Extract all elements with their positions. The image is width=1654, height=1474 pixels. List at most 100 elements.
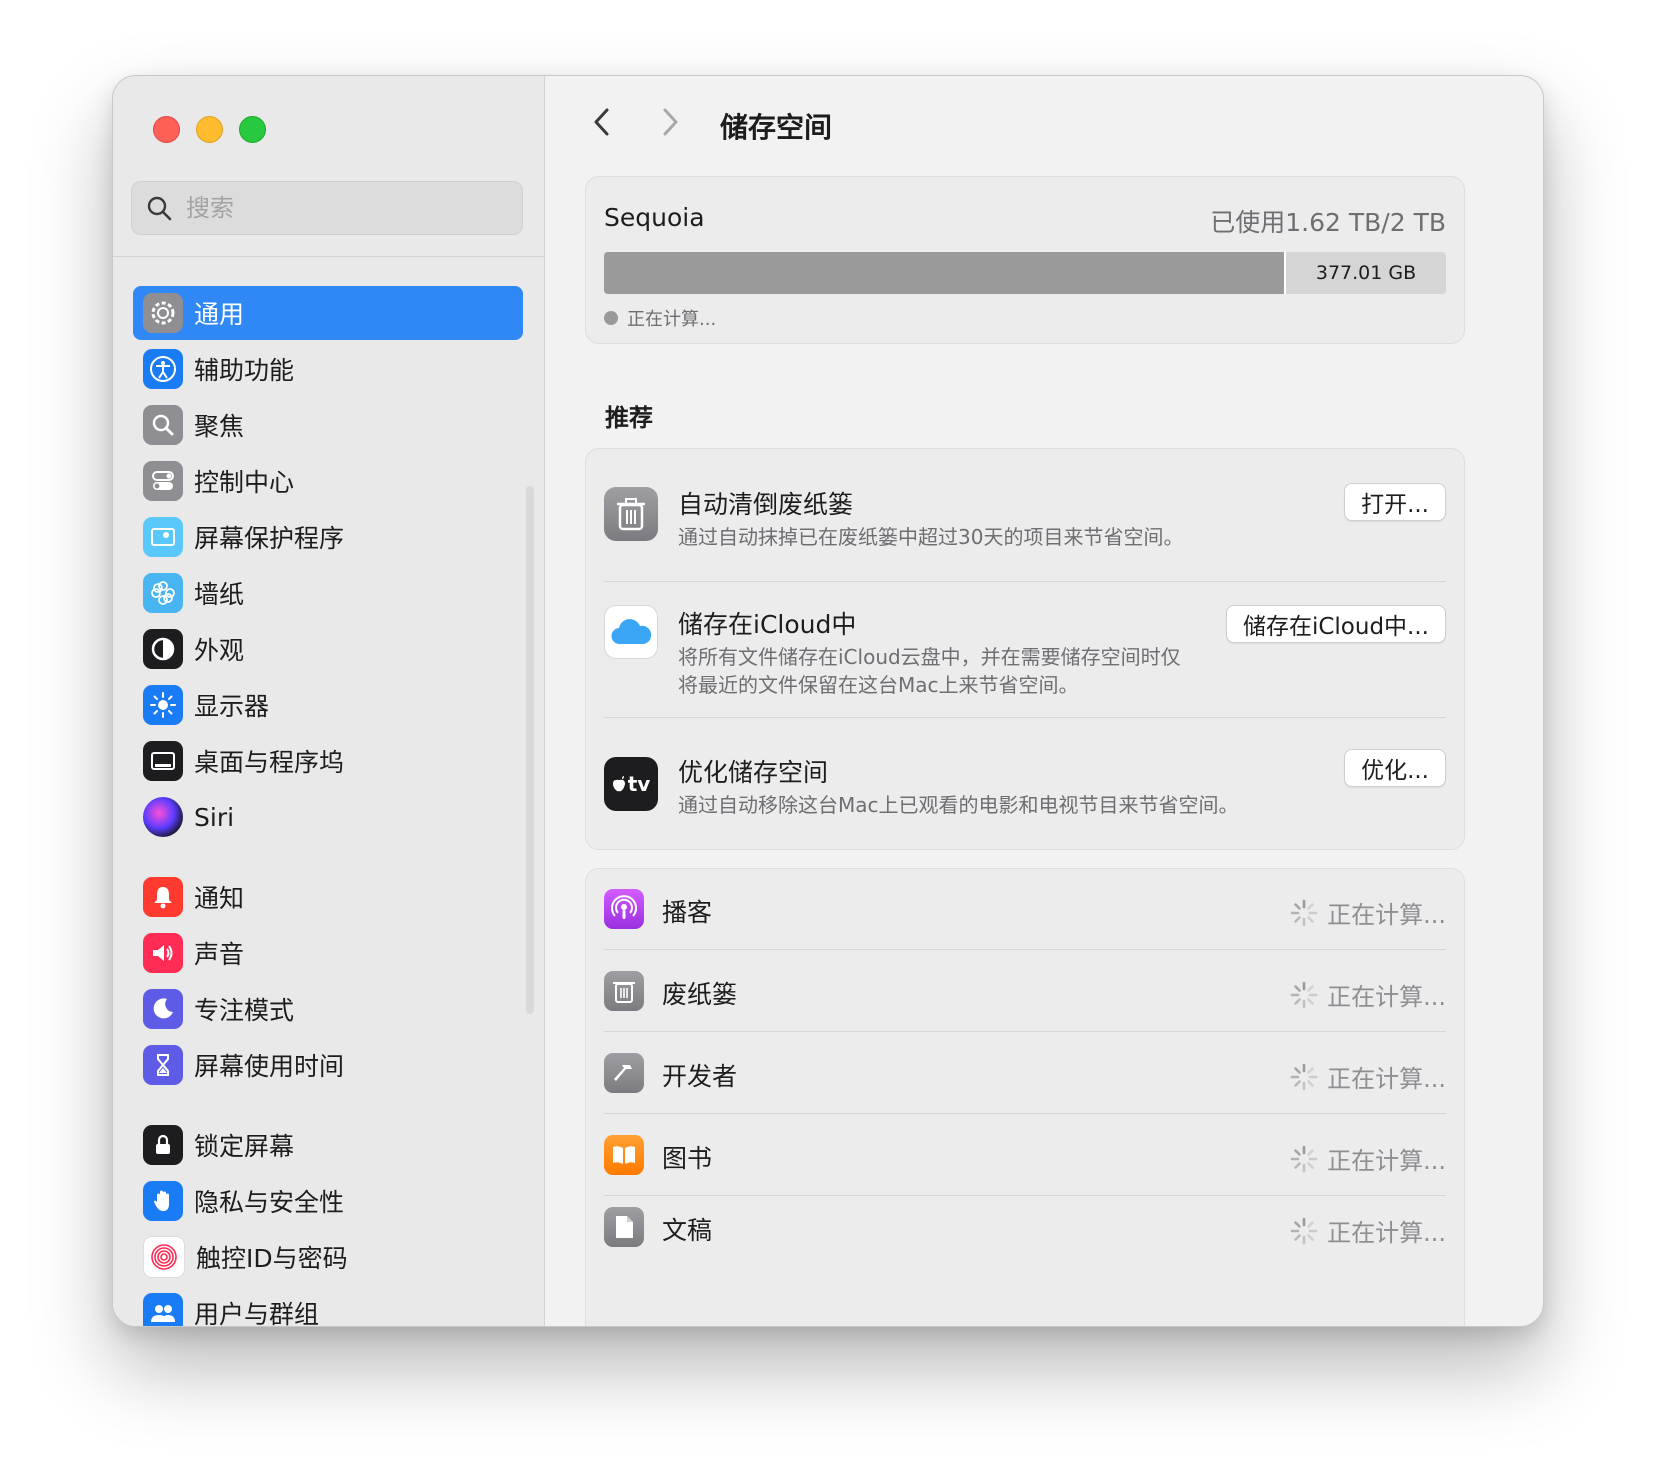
category-status: 正在计算... xyxy=(1289,977,1446,1012)
separator xyxy=(604,1031,1446,1032)
recommendations-heading: 推荐 xyxy=(605,404,653,432)
minimize-button[interactable] xyxy=(196,116,223,143)
spotlight-icon xyxy=(143,405,183,445)
category-status: 正在计算... xyxy=(1289,1141,1446,1176)
sidebar-item-screensaver[interactable]: 屏幕保护程序 xyxy=(133,510,523,564)
control-center-icon xyxy=(143,461,183,501)
sidebar-item-label: 声音 xyxy=(194,940,245,969)
spinner-icon xyxy=(1290,1063,1318,1090)
category-label: 开发者 xyxy=(662,1062,738,1091)
podcasts-icon xyxy=(604,889,644,929)
trash-icon xyxy=(604,971,644,1011)
sidebar-item-label: Siri xyxy=(194,802,235,832)
recommendation-optimize: tv 优化储存空间 通过自动移除这台Mac上已观看的电影和电视节目来节省空间。 … xyxy=(604,749,1446,829)
category-row-trash[interactable]: 废纸篓 正在计算... xyxy=(604,951,1446,1033)
spinner-icon xyxy=(1290,899,1318,926)
books-icon xyxy=(604,1135,644,1175)
recommendation-empty-trash: 自动清倒废纸篓 通过自动抹掉已在废纸篓中超过30天的项目来节省空间。 打开... xyxy=(604,483,1446,583)
sidebar-item-spotlight[interactable]: 聚焦 xyxy=(133,398,523,452)
category-row-documents[interactable]: 文稿 正在计算... xyxy=(604,1187,1446,1269)
category-row-developer[interactable]: 开发者 正在计算... xyxy=(604,1033,1446,1115)
disk-usage-card: Sequoia 已使用1.62 TB/2 TB 377.01 GB 正在计算..… xyxy=(585,176,1465,344)
sidebar-item-label: 辅助功能 xyxy=(194,356,295,385)
category-status-text: 正在计算... xyxy=(1327,1147,1446,1175)
sidebar-item-label: 显示器 xyxy=(194,692,270,721)
icloud-icon xyxy=(604,605,658,659)
sidebar-scrollbar[interactable] xyxy=(526,486,534,1014)
display-icon xyxy=(143,685,183,725)
appearance-icon xyxy=(143,629,183,669)
sound-icon xyxy=(143,933,183,973)
sidebar-item-privacy[interactable]: 隐私与安全性 xyxy=(133,1174,523,1228)
recommendation-description: 将所有文件储存在iCloud云盘中，并在需要储存空间时仅将最近的文件保留在这台M… xyxy=(678,645,1181,697)
sidebar-item-sound[interactable]: 声音 xyxy=(133,926,523,980)
sidebar-item-label: 控制中心 xyxy=(194,468,295,497)
sidebar-item-focus[interactable]: 专注模式 xyxy=(133,982,523,1036)
search-input[interactable] xyxy=(184,193,488,223)
recommendation-title: 优化储存空间 xyxy=(678,758,829,787)
back-chevron-icon[interactable] xyxy=(587,104,617,140)
sidebar-item-label: 锁定屏幕 xyxy=(194,1132,295,1161)
sidebar-item-control-center[interactable]: 控制中心 xyxy=(133,454,523,508)
separator xyxy=(604,581,1446,582)
legend-label: 正在计算... xyxy=(627,309,717,330)
separator xyxy=(604,949,1446,950)
sidebar-item-label: 通用 xyxy=(194,300,245,329)
sidebar-list: 通用 辅助功能 聚焦 控制中心 屏幕保护程序 墙纸 外观 显示器 桌面与程序坞 … xyxy=(133,286,523,1327)
recommendation-title: 储存在iCloud中 xyxy=(678,610,857,639)
sidebar-item-appearance[interactable]: 外观 xyxy=(133,622,523,676)
privacy-hand-icon xyxy=(143,1181,183,1221)
sidebar-item-notifications[interactable]: 通知 xyxy=(133,870,523,924)
dock-icon xyxy=(143,741,183,781)
sidebar-divider xyxy=(113,256,544,257)
sidebar-item-users[interactable]: 用户与群组 xyxy=(133,1286,523,1327)
storage-categories-card: 播客 正在计算... 废纸篓 正在计算... 开发者 正在计算... 图书 正在… xyxy=(585,868,1465,1326)
sidebar-item-label: 用户与群组 xyxy=(194,1300,320,1327)
storage-bar-used xyxy=(604,252,1287,294)
separator xyxy=(604,1113,1446,1114)
lock-screen-icon xyxy=(143,1125,183,1165)
users-icon xyxy=(143,1293,183,1326)
accessibility-icon xyxy=(143,349,183,389)
forward-chevron-icon[interactable] xyxy=(655,104,685,140)
sidebar-item-wallpaper[interactable]: 墙纸 xyxy=(133,566,523,620)
window-controls xyxy=(153,116,266,143)
category-label: 图书 xyxy=(662,1144,713,1173)
sidebar-item-lock-screen[interactable]: 锁定屏幕 xyxy=(133,1118,523,1172)
store-in-icloud-button[interactable]: 储存在iCloud中... xyxy=(1225,605,1446,643)
sidebar-item-accessibility[interactable]: 辅助功能 xyxy=(133,342,523,396)
category-status-text: 正在计算... xyxy=(1327,1219,1446,1247)
sidebar-item-displays[interactable]: 显示器 xyxy=(133,678,523,732)
category-status: 正在计算... xyxy=(1289,1213,1446,1248)
category-label: 文稿 xyxy=(662,1216,713,1245)
siri-icon xyxy=(143,797,183,837)
storage-legend: 正在计算... xyxy=(604,305,716,331)
disk-name: Sequoia xyxy=(604,203,705,232)
category-status-text: 正在计算... xyxy=(1327,983,1446,1011)
category-row-books[interactable]: 图书 正在计算... xyxy=(604,1115,1446,1197)
optimize-button[interactable]: 优化... xyxy=(1344,749,1446,787)
search-field[interactable] xyxy=(131,181,523,235)
spinner-icon xyxy=(1290,981,1318,1008)
category-label: 播客 xyxy=(662,898,713,927)
category-row-podcasts[interactable]: 播客 正在计算... xyxy=(604,869,1446,951)
legend-dot xyxy=(604,311,618,325)
zoom-button[interactable] xyxy=(239,116,266,143)
sidebar-item-desktop-dock[interactable]: 桌面与程序坞 xyxy=(133,734,523,788)
sidebar-item-label: 屏幕使用时间 xyxy=(194,1052,345,1081)
recommendation-description: 通过自动移除这台Mac上已观看的电影和电视节目来节省空间。 xyxy=(678,793,1239,817)
sidebar-item-siri[interactable]: Siri xyxy=(133,790,523,844)
sidebar-item-touch-id[interactable]: 触控ID与密码 xyxy=(133,1230,523,1284)
sidebar-item-general[interactable]: 通用 xyxy=(133,286,523,340)
sidebar-item-screen-time[interactable]: 屏幕使用时间 xyxy=(133,1038,523,1092)
turn-on-empty-trash-button[interactable]: 打开... xyxy=(1344,483,1446,521)
page-title: 储存空间 xyxy=(720,111,833,144)
close-button[interactable] xyxy=(153,116,180,143)
screen-time-icon xyxy=(143,1045,183,1085)
focus-icon xyxy=(143,989,183,1029)
sidebar-item-label: 专注模式 xyxy=(194,996,295,1025)
sidebar-item-label: 屏幕保护程序 xyxy=(194,524,345,553)
apple-tv-icon: tv xyxy=(604,757,658,811)
sidebar: 通用 辅助功能 聚焦 控制中心 xyxy=(113,76,545,1326)
storage-bar[interactable]: 377.01 GB xyxy=(604,252,1446,294)
